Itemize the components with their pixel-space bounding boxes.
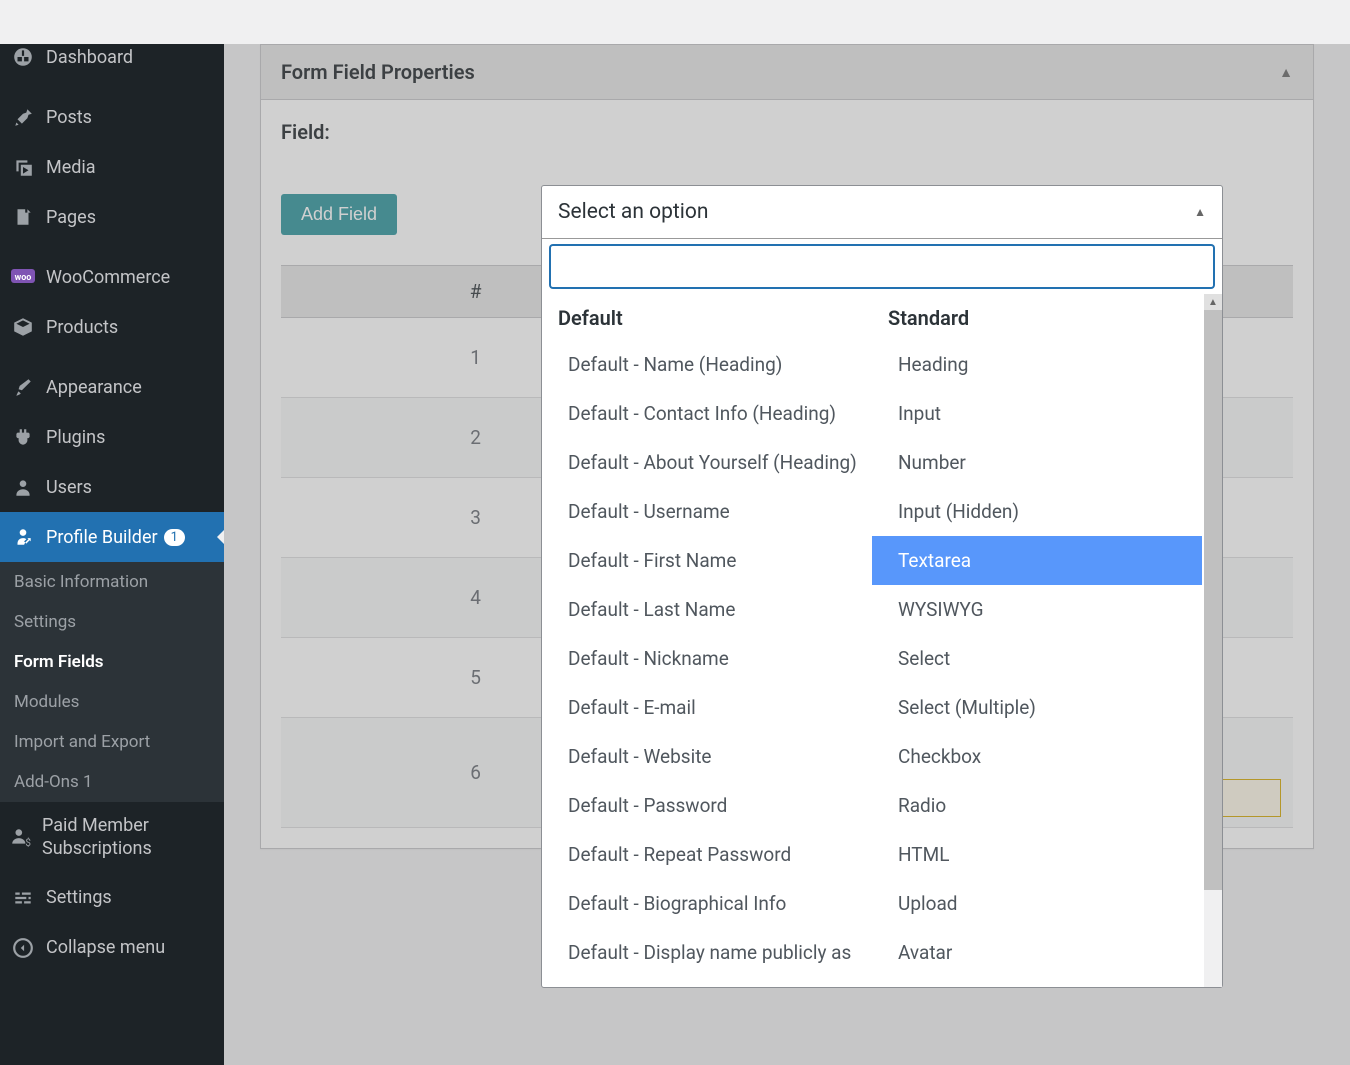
submenu-item-form-fields[interactable]: Form Fields <box>0 642 224 682</box>
svg-text:woo: woo <box>15 273 32 283</box>
dropdown-option[interactable]: Default - First Name <box>542 536 872 585</box>
submenu-item-modules[interactable]: Modules <box>0 682 224 722</box>
dashboard-icon <box>10 44 36 70</box>
notification-badge: 1 <box>164 529 185 546</box>
notification-badge: 1 <box>83 772 93 792</box>
submenu-item-import-export[interactable]: Import and Export <box>0 722 224 762</box>
dropdown-option[interactable]: Default - Last Name <box>542 585 872 634</box>
submenu-profile-builder: Basic Information Settings Form Fields M… <box>0 562 224 802</box>
sidebar-item-settings[interactable]: Settings <box>0 873 224 923</box>
sidebar-item-users[interactable]: Users <box>0 462 224 512</box>
sidebar-item-posts[interactable]: Posts <box>0 92 224 142</box>
sidebar-item-label: Appearance <box>46 377 142 398</box>
sidebar-item-label: Media <box>46 157 96 178</box>
dropdown-option[interactable]: Default - Username <box>542 487 872 536</box>
sidebar-item-dashboard[interactable]: Dashboard <box>0 44 224 82</box>
sidebar-item-profile-builder[interactable]: Profile Builder 1 <box>0 512 224 562</box>
admin-sidebar: Dashboard Posts Media Pages woo WooComme… <box>0 44 224 1065</box>
paid-member-icon: $ <box>10 824 32 850</box>
dropdown-option[interactable]: Default - E-mail <box>542 683 872 732</box>
caret-up-icon: ▲ <box>1194 205 1206 219</box>
submenu-item-addons[interactable]: Add-Ons 1 <box>0 762 224 802</box>
sidebar-item-appearance[interactable]: Appearance <box>0 362 224 412</box>
dropdown-option[interactable]: Upload <box>872 879 1202 928</box>
sidebar-item-label: Posts <box>46 107 92 128</box>
sidebar-item-woocommerce[interactable]: woo WooCommerce <box>0 252 224 302</box>
sidebar-item-label: Settings <box>46 887 112 908</box>
profile-builder-icon <box>10 524 36 550</box>
dropdown-column-default: Default Default - Name (Heading) Default… <box>542 294 872 987</box>
dropdown-option[interactable]: Default - Biographical Info <box>542 879 872 928</box>
sidebar-item-media[interactable]: Media <box>0 142 224 192</box>
sidebar-item-collapse[interactable]: Collapse menu <box>0 923 224 973</box>
dropdown-option[interactable]: WYSIWYG <box>872 585 1202 634</box>
sidebar-item-label: Users <box>46 477 92 498</box>
sidebar-item-label: Paid Member Subscriptions <box>42 814 214 861</box>
submenu-item-label: Add-Ons <box>14 772 79 792</box>
sliders-icon <box>10 885 36 911</box>
dropdown-search-input[interactable] <box>550 245 1214 288</box>
sidebar-item-plugins[interactable]: Plugins <box>0 412 224 462</box>
sidebar-item-label: Collapse menu <box>46 937 165 958</box>
dropdown-option[interactable]: Default - Website <box>542 732 872 781</box>
woocommerce-icon: woo <box>10 264 36 290</box>
scroll-up-icon[interactable]: ▲ <box>1204 294 1222 310</box>
dropdown-option[interactable]: Default - Nickname <box>542 634 872 683</box>
dropdown-option[interactable]: Input (Hidden) <box>872 487 1202 536</box>
dropdown-selected[interactable]: Select an option ▲ <box>542 186 1222 239</box>
plug-icon <box>10 424 36 450</box>
field-type-dropdown: Select an option ▲ Default Default - Nam… <box>541 185 1223 988</box>
dropdown-option[interactable]: Heading <box>872 340 1202 389</box>
dropdown-group-label: Standard <box>872 294 1202 340</box>
dropdown-option[interactable]: Input <box>872 389 1202 438</box>
dropdown-option[interactable]: Select <box>872 634 1202 683</box>
scrollbar-thumb[interactable] <box>1204 310 1222 890</box>
dropdown-option[interactable]: Radio <box>872 781 1202 830</box>
dropdown-option[interactable]: HTML <box>872 830 1202 879</box>
collapse-icon <box>10 935 36 961</box>
dropdown-option[interactable]: Avatar <box>872 928 1202 977</box>
users-icon <box>10 474 36 500</box>
dropdown-option[interactable]: Textarea <box>872 536 1202 585</box>
dropdown-placeholder: Select an option <box>558 200 708 224</box>
submenu-item-basic-info[interactable]: Basic Information <box>0 562 224 602</box>
products-icon <box>10 314 36 340</box>
sidebar-item-label: Dashboard <box>46 47 133 68</box>
dropdown-option[interactable]: Number <box>872 438 1202 487</box>
sidebar-item-products[interactable]: Products <box>0 302 224 352</box>
sidebar-item-label: WooCommerce <box>46 267 170 288</box>
dropdown-option[interactable]: Checkbox <box>872 732 1202 781</box>
sidebar-item-paid-member[interactable]: $ Paid Member Subscriptions <box>0 802 224 873</box>
sidebar-item-pages[interactable]: Pages <box>0 192 224 242</box>
dropdown-option[interactable]: Default - About Yourself (Heading) <box>542 438 872 487</box>
sidebar-item-label: Products <box>46 317 118 338</box>
brush-icon <box>10 374 36 400</box>
dropdown-option[interactable]: Default - Password <box>542 781 872 830</box>
dropdown-column-standard: Standard Heading Input Number Input (Hid… <box>872 294 1202 987</box>
submenu-item-settings[interactable]: Settings <box>0 602 224 642</box>
dropdown-options: Default Default - Name (Heading) Default… <box>542 294 1222 987</box>
sidebar-item-label: Profile Builder <box>46 527 158 548</box>
media-icon <box>10 154 36 180</box>
scrollbar[interactable]: ▲ <box>1204 294 1222 987</box>
sidebar-item-label: Plugins <box>46 427 105 448</box>
dropdown-group-label: Default <box>542 294 872 340</box>
dropdown-option[interactable]: Select (Multiple) <box>872 683 1202 732</box>
dropdown-option[interactable]: Default - Name (Heading) <box>542 340 872 389</box>
sidebar-item-label: Pages <box>46 207 96 228</box>
pin-icon <box>10 104 36 130</box>
svg-text:$: $ <box>25 838 31 848</box>
dropdown-option[interactable]: Default - Display name publicly as <box>542 928 872 977</box>
dropdown-option[interactable]: Default - Repeat Password <box>542 830 872 879</box>
dropdown-option[interactable]: Default - Contact Info (Heading) <box>542 389 872 438</box>
pages-icon <box>10 204 36 230</box>
